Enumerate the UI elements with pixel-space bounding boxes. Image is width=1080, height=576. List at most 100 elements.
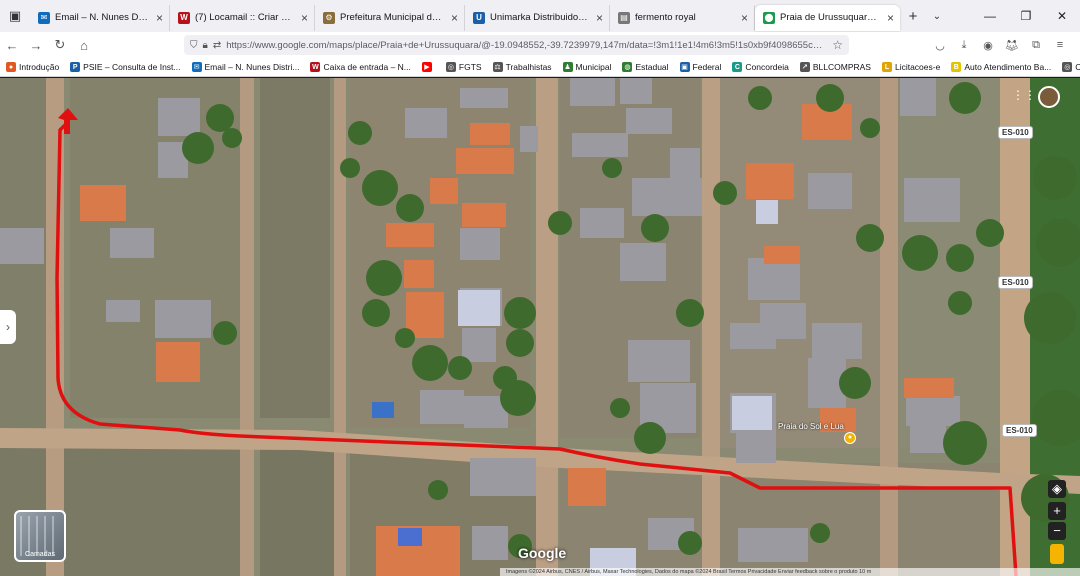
- bookmark-icon: ✉: [191, 62, 202, 72]
- tab-strip: ▣ ✉ Email – N. Nunes Distribuid × W (7) …: [0, 0, 1080, 32]
- tab-fermento[interactable]: ▤ fermento royal ×: [610, 4, 755, 31]
- extensions-icon[interactable]: ⧉: [1024, 39, 1048, 52]
- expand-side-panel-button[interactable]: ›: [0, 310, 16, 344]
- toolbar-icons: ◡ ⤓ ◉ 🦊︎ ⧉ ≡: [928, 39, 1072, 52]
- bookmark-item[interactable]: ◎ FGTS: [445, 62, 482, 72]
- tab-praia-urussuquara[interactable]: ⬤ Praia de Urussuquara - Googl ×: [755, 4, 900, 31]
- unimarka-icon: U: [473, 11, 485, 24]
- map-attribution[interactable]: Imagens ©2024 Airbus, CNES / Airbus, Max…: [500, 568, 1080, 576]
- map-pin-icon: ⬤: [763, 11, 775, 24]
- bookmark-item[interactable]: B Auto Atendimento Ba...: [951, 62, 1051, 72]
- street-view-pegman-icon[interactable]: [1050, 544, 1064, 564]
- download-icon[interactable]: ⤓: [952, 39, 976, 52]
- road-label[interactable]: ES-010: [998, 126, 1033, 139]
- permissions-icon[interactable]: ⇄: [213, 40, 221, 51]
- bookmark-label: Caixa de entrada – N...: [323, 62, 411, 72]
- bookmark-label: CNPJ: [1075, 62, 1080, 72]
- bookmark-item[interactable]: ◎CNPJ: [1062, 62, 1080, 72]
- extension-fox-icon[interactable]: 🦊︎: [1000, 39, 1024, 52]
- pocket-icon[interactable]: ◡: [928, 39, 952, 52]
- home-icon[interactable]: ⌂: [72, 38, 96, 53]
- place-pin-icon[interactable]: ●: [844, 432, 856, 444]
- bookmark-label: Email – N. Nunes Distri...: [204, 62, 300, 72]
- bookmark-item[interactable]: ↗ BLLCOMPRAS: [799, 62, 871, 72]
- bookmark-label: BLLCOMPRAS: [812, 62, 871, 72]
- bookmark-item[interactable]: ✉ Email – N. Nunes Distri...: [191, 62, 300, 72]
- tab-title: Praia de Urussuquara - Googl: [780, 12, 881, 23]
- bookmark-item[interactable]: L Licitacoes-e: [881, 62, 941, 72]
- back-icon[interactable]: ←: [0, 38, 24, 53]
- bookmark-label: Trabalhistas: [505, 62, 552, 72]
- bookmark-icon: L: [881, 62, 892, 72]
- tab-title: fermento royal: [635, 12, 696, 23]
- tab-overview-icon[interactable]: ▣: [0, 0, 30, 32]
- bookmark-item[interactable]: ▶: [421, 62, 435, 72]
- window-controls: — ❐ ✕: [972, 9, 1080, 23]
- zoom-in-button[interactable]: +: [1048, 502, 1066, 520]
- road-label[interactable]: ES-010: [1002, 424, 1037, 437]
- minimize-icon[interactable]: —: [972, 9, 1008, 23]
- google-logo: Google: [518, 545, 567, 561]
- bookmark-label: Introdução: [19, 62, 60, 72]
- bookmark-item[interactable]: ◍ Estadual: [622, 62, 669, 72]
- close-icon[interactable]: ×: [156, 11, 163, 25]
- close-icon[interactable]: ×: [451, 11, 458, 25]
- bookmark-item[interactable]: ● Introdução: [6, 62, 59, 72]
- forward-icon[interactable]: →: [24, 38, 48, 53]
- new-tab-button[interactable]: +: [900, 8, 926, 25]
- bookmark-icon: C: [732, 62, 743, 72]
- compass-icon[interactable]: ◈: [1048, 480, 1066, 498]
- chevron-down-icon[interactable]: ⌄: [926, 11, 948, 22]
- bookmark-icon: ▣: [679, 62, 690, 72]
- restore-icon[interactable]: ❐: [1008, 9, 1044, 23]
- shield-icon[interactable]: ⛉: [190, 40, 198, 51]
- gear-icon: ⚙: [323, 11, 335, 24]
- bookmark-star-icon[interactable]: ☆: [832, 38, 843, 52]
- close-icon[interactable]: ×: [887, 11, 894, 25]
- bookmark-item[interactable]: C Concordeia: [732, 62, 789, 72]
- apps-grid-icon[interactable]: ⋮⋮: [1012, 88, 1036, 104]
- road-label[interactable]: ES-010: [998, 276, 1033, 289]
- close-icon[interactable]: ×: [301, 11, 308, 25]
- bookmark-icon: B: [951, 62, 962, 72]
- layers-button[interactable]: Camadas: [14, 510, 66, 562]
- layers-thumbnail: [20, 516, 60, 556]
- avatar[interactable]: [1038, 86, 1060, 108]
- layers-label: Camadas: [25, 551, 55, 558]
- bookmark-label: Auto Atendimento Ba...: [964, 62, 1052, 72]
- nav-bar: ← → ↻ ⌂ ⛉ 🔒︎ ⇄ https://www.google.com/ma…: [0, 32, 1080, 58]
- bookmark-label: FGTS: [458, 62, 482, 72]
- close-window-icon[interactable]: ✕: [1044, 9, 1080, 23]
- lock-icon[interactable]: 🔒︎: [203, 40, 208, 51]
- menu-icon[interactable]: ≡: [1048, 39, 1072, 52]
- bookmark-item[interactable]: P PSIE – Consulta de Inst...: [70, 62, 181, 72]
- bookmark-icon: ◎: [445, 62, 456, 72]
- bookmark-item[interactable]: ♟ Municipal: [562, 62, 612, 72]
- bookmark-icon: ◎: [1062, 62, 1073, 72]
- tab-title: Email – N. Nunes Distribuid: [55, 12, 150, 23]
- tab-title: (7) Locamail :: Criar email: [195, 12, 295, 23]
- account-icon[interactable]: ◉: [976, 39, 1000, 52]
- tab-prefeitura[interactable]: ⚙ Prefeitura Municipal de Aracr ×: [315, 4, 465, 31]
- tab-unimarka[interactable]: U Unimarka Distribuidora | Ferm ×: [465, 4, 610, 31]
- close-icon[interactable]: ×: [596, 11, 603, 25]
- bookmark-label: PSIE – Consulta de Inst...: [83, 62, 181, 72]
- mail-icon: ✉: [38, 11, 50, 24]
- bookmark-item[interactable]: ▣ Federal: [679, 62, 721, 72]
- bookmarks-bar: ● Introdução P PSIE – Consulta de Inst... ✉ E…: [0, 58, 1080, 77]
- url-text[interactable]: https://www.google.com/maps/place/Praia+…: [226, 40, 826, 51]
- close-icon[interactable]: ×: [741, 11, 748, 25]
- url-bar[interactable]: ⛉ 🔒︎ ⇄ https://www.google.com/maps/place…: [184, 35, 849, 55]
- tab-locamail[interactable]: W (7) Locamail :: Criar email ×: [170, 4, 315, 31]
- bookmark-icon: ♟: [562, 62, 573, 72]
- reload-icon[interactable]: ↻: [48, 37, 72, 53]
- bookmark-label: Municipal: [575, 62, 612, 72]
- bookmark-icon: ↗: [799, 62, 810, 72]
- tab-email[interactable]: ✉ Email – N. Nunes Distribuid ×: [30, 4, 170, 31]
- bookmark-label: Licitacoes-e: [894, 62, 941, 72]
- bookmark-item[interactable]: W Caixa de entrada – N...: [310, 62, 411, 72]
- satellite-map[interactable]: ES-010 ES-010 ES-010 Praia do Sol e Lua …: [0, 78, 1080, 576]
- place-label[interactable]: Praia do Sol e Lua: [778, 422, 844, 431]
- bookmark-item[interactable]: ⚖ Trabalhistas: [492, 62, 552, 72]
- zoom-out-button[interactable]: −: [1048, 522, 1066, 540]
